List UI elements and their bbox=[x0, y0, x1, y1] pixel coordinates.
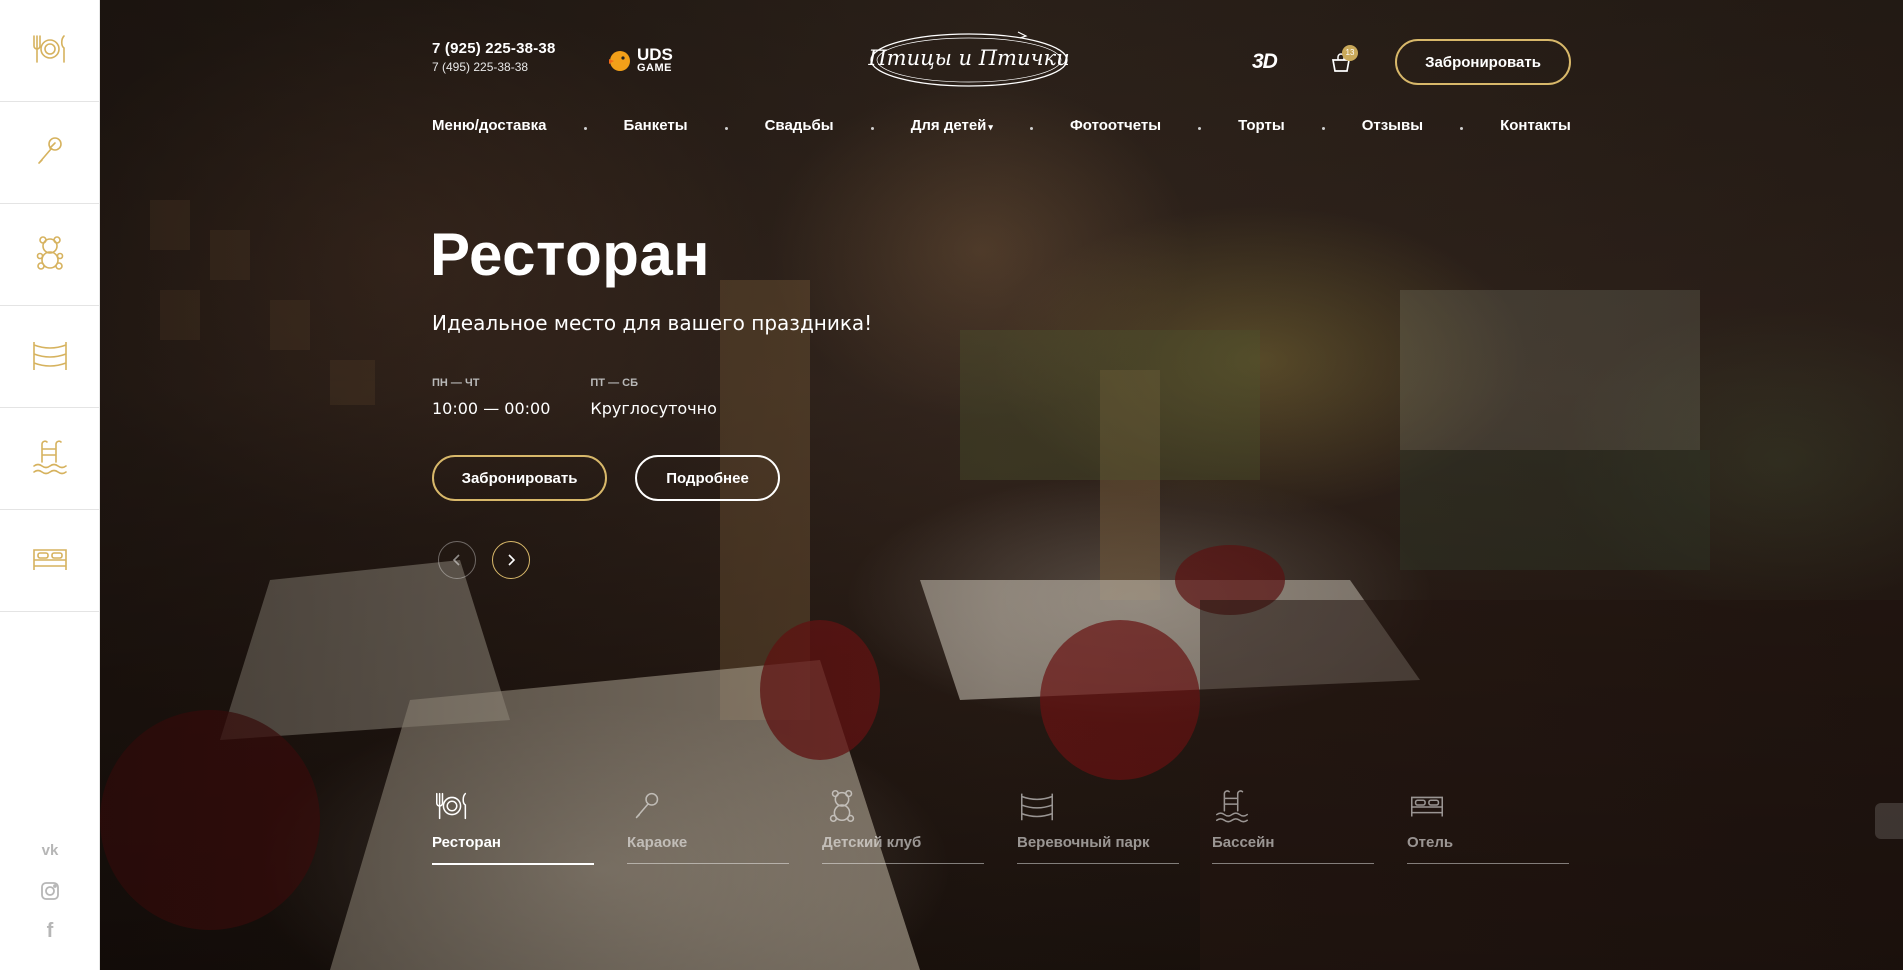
hero-subtitle: Идеальное место для вашего праздника! bbox=[432, 311, 873, 335]
sidebar-item-restaurant[interactable] bbox=[0, 0, 99, 102]
slider-prev-button[interactable] bbox=[438, 541, 476, 579]
uds-logo-text: UDS GAME bbox=[637, 44, 673, 74]
nav-separator bbox=[870, 127, 874, 130]
hours-label: ПН — ЧТ bbox=[432, 377, 480, 389]
nav-contacts[interactable]: Контакты bbox=[1500, 117, 1571, 134]
nav-for-kids-label: Для детей bbox=[910, 117, 987, 134]
chevron-left-icon bbox=[452, 554, 460, 566]
tab-label: Детский клуб bbox=[822, 834, 984, 864]
vk-icon[interactable]: vk bbox=[39, 840, 61, 862]
social-links: vk f bbox=[0, 840, 100, 942]
sidebar-item-pool[interactable] bbox=[0, 408, 99, 510]
tab-restaurant[interactable]: Ресторан bbox=[432, 786, 594, 865]
nav-separator bbox=[1198, 127, 1202, 130]
sidebar: vk f bbox=[0, 0, 100, 970]
nav-reviews[interactable]: Отзывы bbox=[1362, 117, 1423, 134]
rope-park-icon bbox=[1021, 793, 1053, 821]
hours-value: Круглосуточно bbox=[590, 399, 717, 418]
rope-park-icon bbox=[29, 334, 71, 380]
site-logo[interactable]: Птицы и Птички bbox=[868, 26, 1070, 92]
phone-block: 7 (925) 225-38-38 7 (495) 225-38-38 bbox=[432, 40, 555, 74]
nav-separator bbox=[724, 127, 728, 130]
teddy-bear-icon bbox=[29, 232, 71, 278]
header-book-button[interactable]: Забронировать bbox=[1395, 39, 1571, 85]
phone-secondary[interactable]: 7 (495) 225-38-38 bbox=[432, 60, 555, 74]
sidebar-item-hotel[interactable] bbox=[0, 510, 99, 612]
chevron-down-icon: ▾ bbox=[988, 122, 993, 132]
nav-separator bbox=[1321, 127, 1325, 130]
tab-label: Веревочный парк bbox=[1017, 834, 1179, 864]
tab-kids-club[interactable]: Детский клуб bbox=[822, 786, 984, 865]
microphone-icon bbox=[635, 792, 659, 819]
facebook-icon[interactable]: f bbox=[39, 920, 61, 942]
nav-menu-delivery[interactable]: Меню/доставка bbox=[432, 117, 546, 134]
tab-label: Отель bbox=[1407, 834, 1569, 864]
tab-label: Бассейн bbox=[1212, 834, 1374, 864]
tour-3d-button[interactable]: 3D bbox=[1252, 50, 1278, 74]
tab-label: Караоке bbox=[627, 834, 789, 864]
microphone-icon bbox=[29, 130, 71, 176]
pool-icon bbox=[29, 436, 71, 482]
tab-hotel[interactable]: Отель bbox=[1407, 786, 1569, 865]
tab-rope-park[interactable]: Веревочный парк bbox=[1017, 786, 1179, 865]
hero-more-button[interactable]: Подробнее bbox=[635, 455, 780, 501]
nav-separator bbox=[583, 127, 587, 130]
tab-pool[interactable]: Бассейн bbox=[1212, 786, 1374, 865]
main-nav: Меню/доставка Банкеты Свадьбы Для детей ▾… bbox=[432, 117, 1571, 134]
tab-karaoke[interactable]: Караоке bbox=[627, 786, 789, 865]
hours-weekend: ПТ — СБ Круглосуточно bbox=[590, 377, 716, 418]
tab-label: Ресторан bbox=[432, 834, 594, 865]
phone-main[interactable]: 7 (925) 225-38-38 bbox=[432, 40, 555, 57]
teddy-bear-icon bbox=[829, 790, 855, 822]
nav-weddings[interactable]: Свадьбы bbox=[765, 117, 834, 134]
slider-next-button[interactable] bbox=[492, 541, 530, 579]
restaurant-icon bbox=[29, 28, 71, 74]
cart-count-badge: 13 bbox=[1342, 45, 1358, 61]
hours-label: ПТ — СБ bbox=[590, 377, 638, 389]
sidebar-item-karaoke[interactable] bbox=[0, 102, 99, 204]
nav-separator bbox=[1460, 127, 1464, 130]
restaurant-icon bbox=[436, 792, 467, 820]
hero-title: Ресторан bbox=[430, 221, 710, 288]
nav-photo-reports[interactable]: Фотоотчеты bbox=[1070, 117, 1161, 134]
hours-weekday: ПН — ЧТ 10:00 — 00:00 bbox=[432, 377, 550, 418]
hero-book-button[interactable]: Забронировать bbox=[432, 455, 607, 501]
nav-for-kids[interactable]: Для детей ▾ bbox=[911, 117, 993, 134]
instagram-icon[interactable] bbox=[39, 880, 61, 902]
sidebar-item-rope-park[interactable] bbox=[0, 306, 99, 408]
chevron-right-icon bbox=[508, 554, 516, 566]
section-tabs: Ресторан Караоке Детский клуб Веревочный… bbox=[432, 786, 1569, 865]
pool-icon bbox=[1216, 790, 1248, 823]
sidebar-item-kids-club[interactable] bbox=[0, 204, 99, 306]
opening-hours: ПН — ЧТ 10:00 — 00:00 ПТ — СБ Круглосуто… bbox=[432, 377, 717, 418]
bed-icon bbox=[1411, 796, 1443, 817]
uds-bird-icon bbox=[609, 51, 630, 71]
uds-game-link[interactable]: UDS GAME bbox=[605, 46, 673, 74]
nav-cakes[interactable]: Торты bbox=[1238, 117, 1285, 134]
bed-icon bbox=[29, 538, 71, 584]
nav-separator bbox=[1029, 127, 1033, 130]
hours-value: 10:00 — 00:00 bbox=[432, 399, 551, 418]
logo-text: Птицы и Птички bbox=[868, 46, 1070, 70]
side-widget-tab[interactable] bbox=[1875, 803, 1903, 839]
nav-banquets[interactable]: Банкеты bbox=[624, 117, 688, 134]
